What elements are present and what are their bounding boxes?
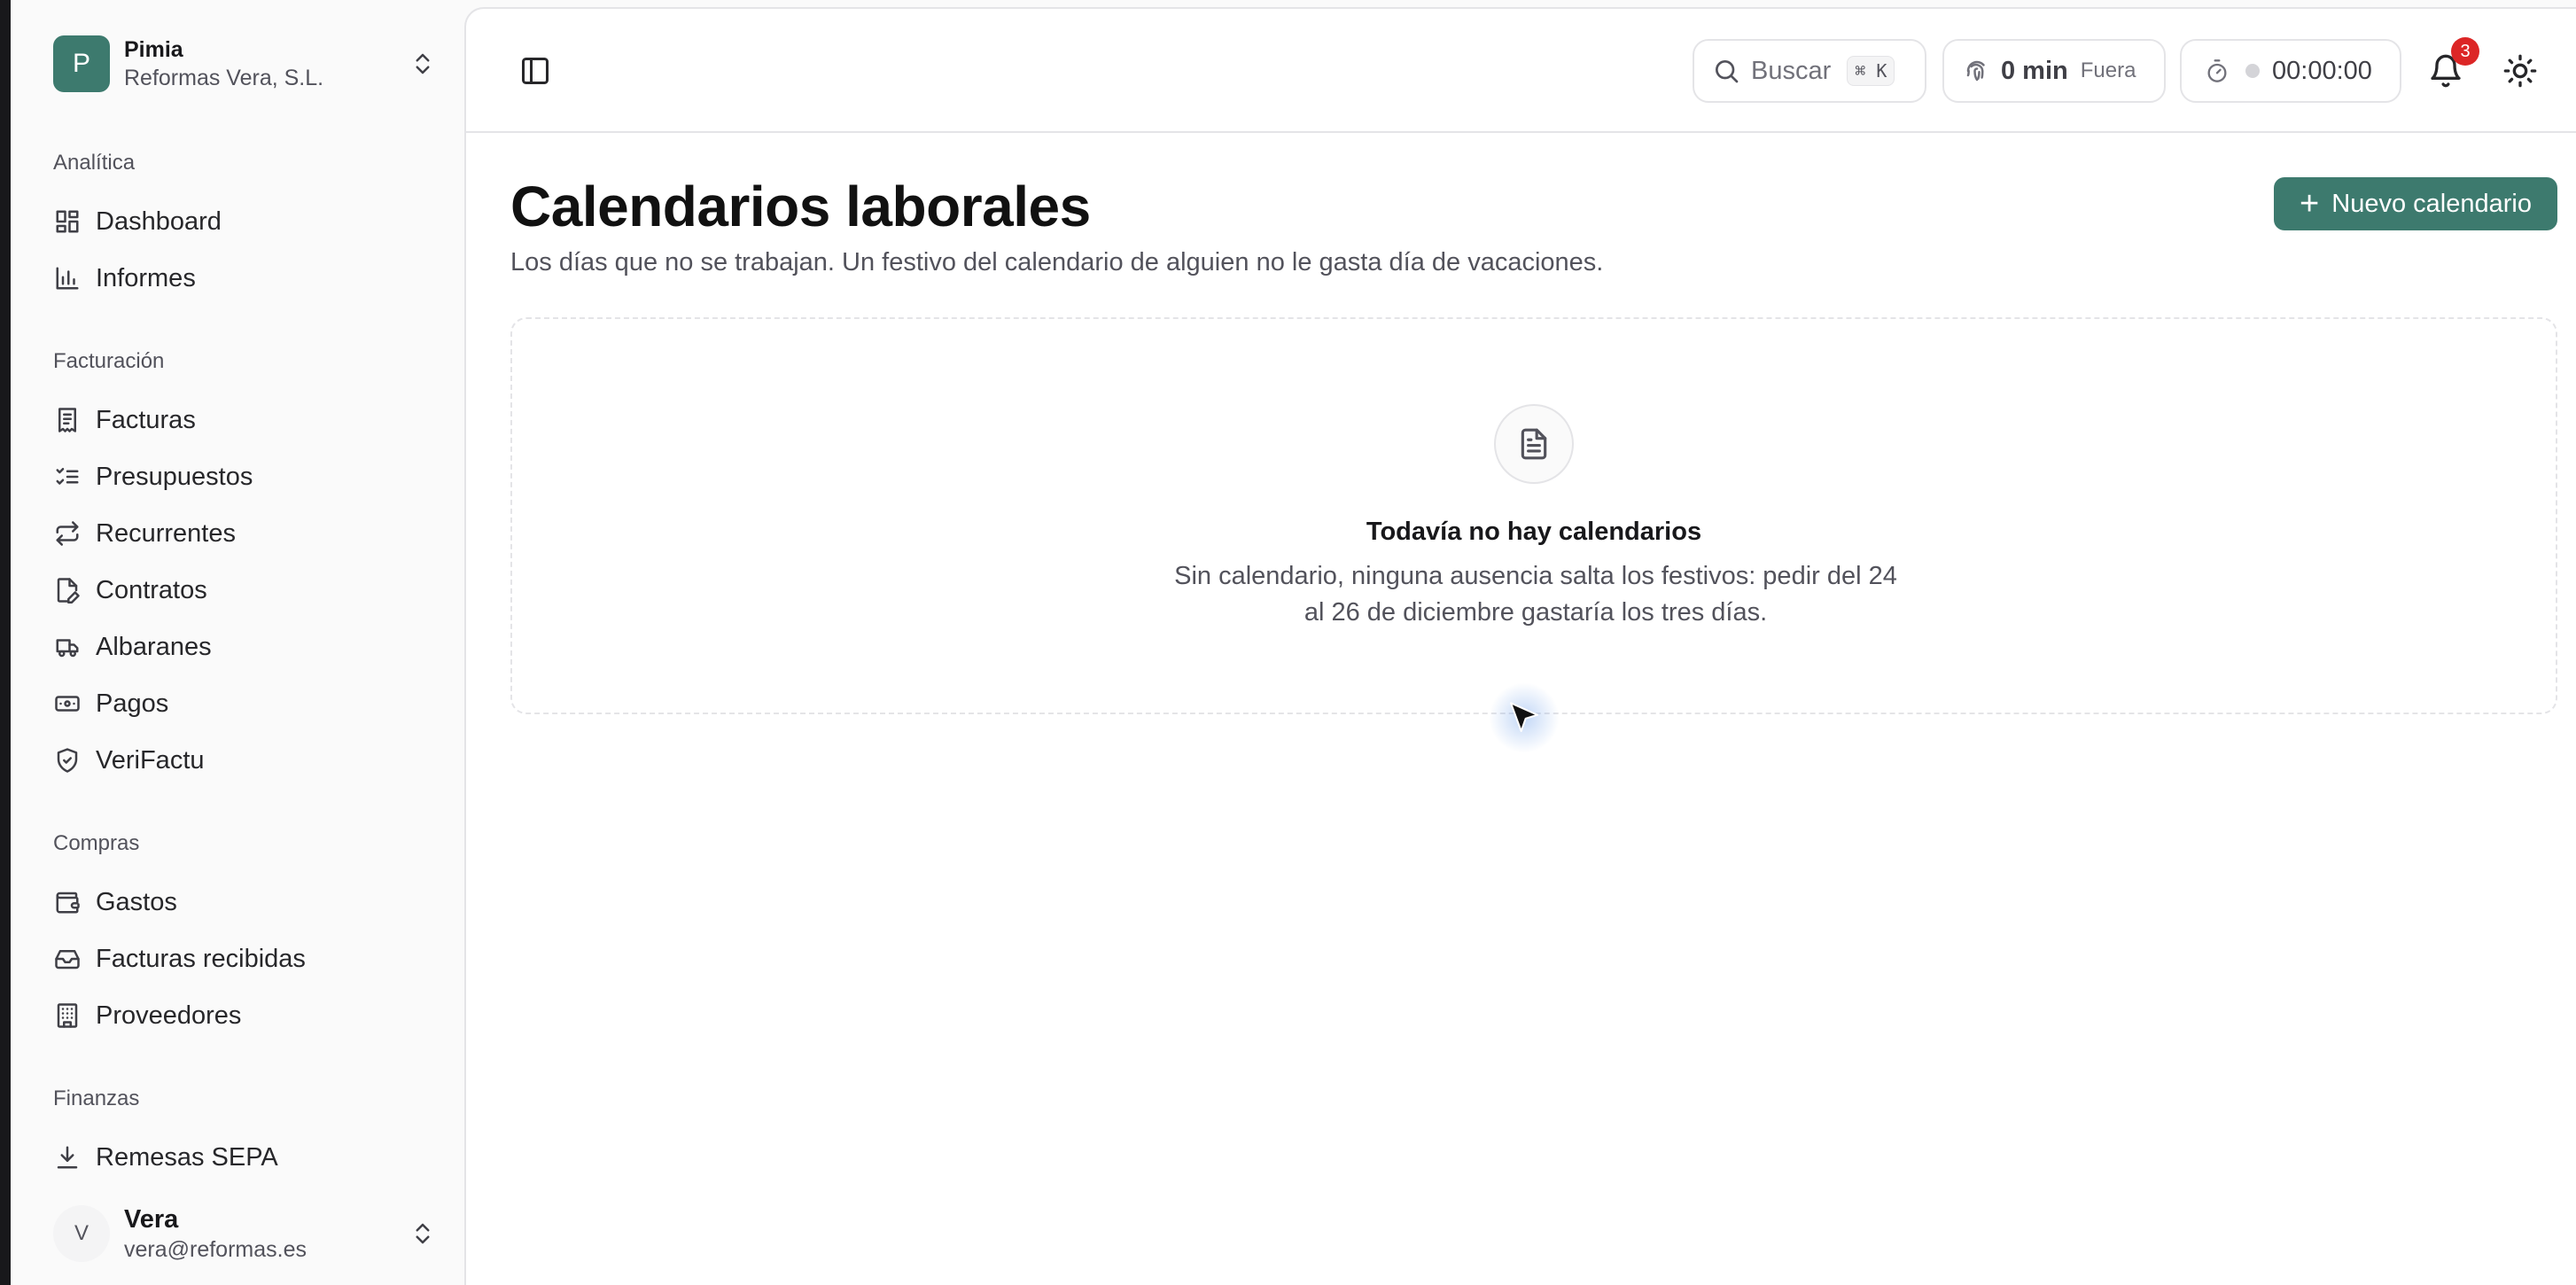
section-label-facturacion: Facturación [53,349,165,373]
search-button[interactable]: Buscar ⌘ K [1693,39,1926,103]
stopwatch-icon [2207,59,2227,82]
clock-minutes: 0 min [2001,56,2068,85]
bar-chart-icon [53,264,82,292]
sidebar-item-facturas[interactable]: Facturas [53,397,443,443]
sidebar-item-label: Informes [96,263,196,292]
empty-state: Todavía no hay calendarios Sin calendari… [510,317,2557,714]
sidebar-item-informes[interactable]: Informes [53,255,443,301]
sidebar-toggle-icon[interactable] [519,55,551,87]
sidebar-item-recurrentes[interactable]: Recurrentes [53,510,443,557]
sidebar-item-label: Facturas recibidas [96,944,306,973]
sidebar-item-label: Dashboard [96,206,222,236]
sidebar-item-facturas-recibidas[interactable]: Facturas recibidas [53,936,443,982]
new-calendar-label: Nuevo calendario [2331,189,2532,218]
user-email: vera@reformas.es [124,1237,307,1262]
banknote-icon [53,689,82,718]
sidebar-item-label: Pagos [96,689,169,718]
sidebar-item-label: VeriFactu [96,745,205,775]
fingerprint-icon [1966,60,1985,82]
app-window: P Pimia Reformas Vera, S.L. Analítica Da… [0,0,2576,1285]
sidebar-item-remesas-sepa[interactable]: Remesas SEPA [53,1134,443,1180]
page-title: Calendarios laborales [510,175,1091,238]
checklist-icon [53,463,82,491]
notification-badge: 3 [2451,37,2479,66]
download-icon [53,1143,82,1172]
sidebar-item-label: Recurrentes [96,518,236,548]
sidebar: P Pimia Reformas Vera, S.L. Analítica Da… [11,0,464,1285]
sidebar-item-label: Presupuestos [96,462,253,491]
repeat-icon [53,519,82,548]
sidebar-item-gastos[interactable]: Gastos [53,879,443,925]
sidebar-item-contratos[interactable]: Contratos [53,567,443,613]
timer-button[interactable]: 00:00:00 [2180,39,2401,103]
page-subtitle: Los días que no se trabajan. Un festivo … [510,248,1604,276]
search-shortcut: ⌘ K [1847,56,1895,86]
sun-icon[interactable] [2502,53,2538,89]
empty-state-icon-wrap [1494,404,1574,484]
section-label-analitica: Analítica [53,151,136,175]
clock-in-button[interactable]: 0 min Fuera [1942,39,2166,103]
sidebar-item-proveedores[interactable]: Proveedores [53,993,443,1039]
file-text-icon [1521,428,1547,460]
mouse-cursor-icon [1510,702,1538,732]
receipt-icon [53,406,82,434]
org-name: Pimia [124,37,183,62]
sidebar-item-albaranes[interactable]: Albaranes [53,624,443,670]
org-switcher[interactable]: P Pimia Reformas Vera, S.L. [53,34,436,96]
section-label-finanzas: Finanzas [53,1086,140,1110]
building-icon [53,1001,82,1030]
user-menu[interactable]: V Vera vera@reformas.es [53,1200,436,1267]
org-avatar: P [53,35,110,92]
chevrons-up-down-icon [416,1223,430,1244]
top-bar: Buscar ⌘ K 0 min Fuera 00:00:00 3 [466,9,2576,133]
inbox-icon [53,945,82,973]
section-label-compras: Compras [53,831,140,855]
plus-icon: + [2300,185,2320,222]
sidebar-item-label: Contratos [96,575,207,604]
file-pen-icon [53,576,82,604]
truck-icon [53,633,82,661]
timer-value: 00:00:00 [2272,56,2372,85]
sidebar-item-label: Proveedores [96,1001,242,1030]
new-calendar-button[interactable]: + Nuevo calendario [2274,177,2557,230]
wallet-icon [53,888,82,916]
empty-state-title: Todavía no hay calendarios [1366,518,1702,546]
window-edge [0,0,11,1285]
shield-check-icon [53,746,82,775]
clock-status: Fuera [2080,58,2136,82]
org-company: Reformas Vera, S.L. [124,66,324,90]
timer-status-dot [2245,64,2260,78]
sidebar-item-label: Gastos [96,887,177,916]
chevrons-up-down-icon [416,53,430,74]
sidebar-item-dashboard[interactable]: Dashboard [53,199,443,245]
dashboard-icon [53,207,82,236]
main-panel: Buscar ⌘ K 0 min Fuera 00:00:00 3 Calend… [464,7,2576,1285]
sidebar-item-pagos[interactable]: Pagos [53,681,443,727]
user-name: Vera [124,1205,179,1234]
sidebar-item-verifactu[interactable]: VeriFactu [53,737,443,783]
sidebar-item-presupuestos[interactable]: Presupuestos [53,454,443,500]
search-icon [1716,60,1739,83]
sidebar-item-label: Facturas [96,405,196,434]
avatar: V [53,1205,110,1262]
empty-state-description: Sin calendario, ninguna ausencia salta l… [1174,562,1897,627]
sidebar-item-label: Remesas SEPA [96,1142,278,1172]
search-label: Buscar [1751,56,1832,85]
sidebar-item-label: Albaranes [96,632,212,661]
